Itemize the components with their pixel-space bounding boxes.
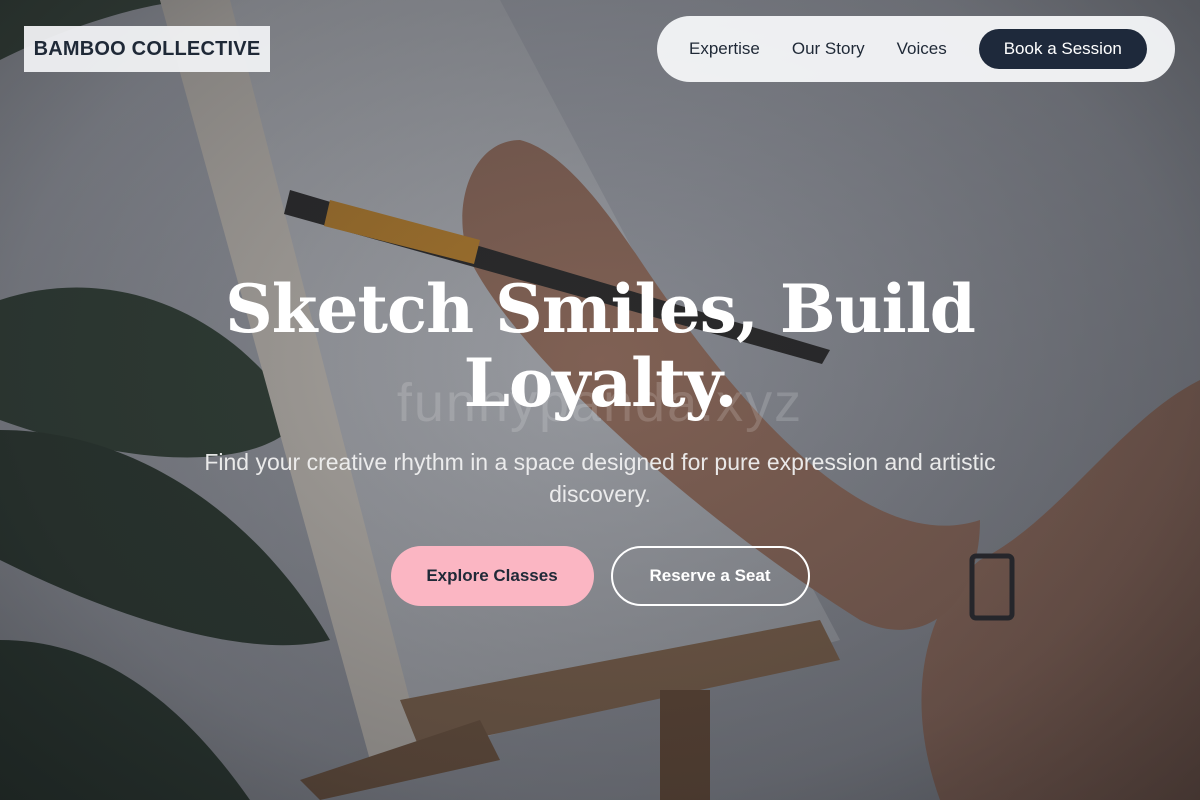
book-session-button[interactable]: Book a Session	[978, 29, 1147, 69]
brand-logo[interactable]: BAMBOO COLLECTIVE	[24, 26, 270, 72]
explore-classes-button[interactable]: Explore Classes	[390, 546, 594, 606]
hero-cta-row: Explore Classes Reserve a Seat	[0, 546, 1200, 606]
hero-section: Sketch Smiles, Build Loyalty. funnypanda…	[0, 270, 1200, 606]
nav-link-our-story[interactable]: Our Story	[792, 39, 865, 59]
nav-link-expertise[interactable]: Expertise	[689, 39, 760, 59]
nav-link-voices[interactable]: Voices	[897, 39, 947, 59]
main-nav: Expertise Our Story Voices Book a Sessio…	[657, 16, 1175, 82]
hero-headline: Sketch Smiles, Build Loyalty.	[225, 270, 976, 422]
hero-subtext: Find your creative rhythm in a space des…	[204, 449, 996, 507]
reserve-seat-button[interactable]: Reserve a Seat	[610, 546, 810, 606]
